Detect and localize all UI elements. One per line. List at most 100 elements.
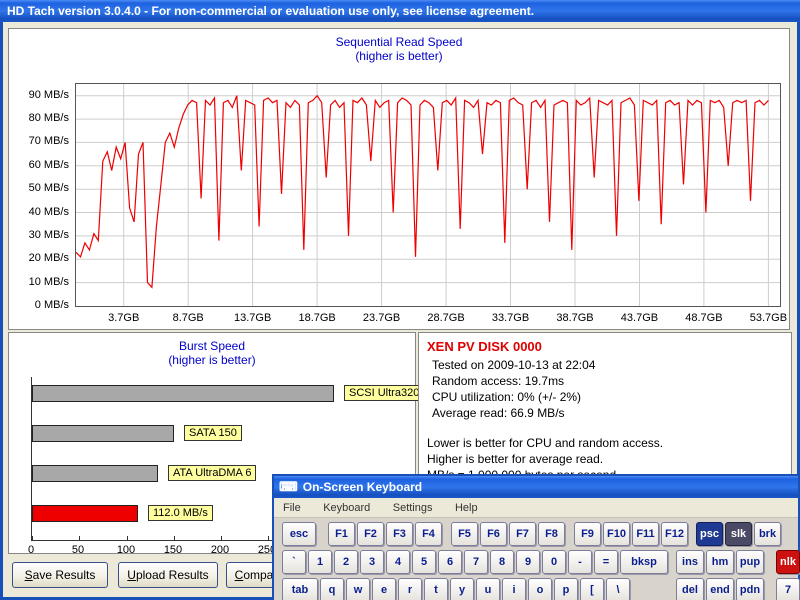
key-tab[interactable]: tab [282, 578, 318, 600]
hdtach-window: HD Tach version 3.0.4.0 - For non-commer… [0, 0, 800, 600]
key-q[interactable]: q [320, 578, 344, 600]
key-u[interactable]: u [476, 578, 500, 600]
key-psc[interactable]: psc [696, 522, 723, 546]
x-axis-tick-label: 150 [158, 544, 188, 556]
key-f7[interactable]: F7 [509, 522, 536, 546]
osk-title-bar[interactable]: ⌨ On-Screen Keyboard [274, 476, 798, 498]
note-line: Lower is better for CPU and random acces… [427, 435, 783, 451]
key-f10[interactable]: F10 [603, 522, 630, 546]
y-axis-tick-label: 50 MB/s [9, 182, 69, 194]
bar-label: SATA 150 [184, 425, 242, 441]
key-dash[interactable]: - [568, 550, 592, 574]
x-axis-tick-label: 23.7GB [360, 312, 404, 324]
y-axis-tick-label: 0 MB/s [9, 299, 69, 311]
burst-bar-3 [32, 465, 158, 482]
key-t[interactable]: t [424, 578, 448, 600]
key-esc[interactable]: esc [282, 522, 316, 546]
note-line: Higher is better for average read. [427, 451, 783, 467]
key-3[interactable]: 3 [360, 550, 384, 574]
x-axis-tick-label: 28.7GB [424, 312, 468, 324]
title-bar[interactable]: HD Tach version 3.0.4.0 - For non-commer… [0, 0, 800, 22]
seq-plot-area [75, 83, 781, 307]
key-del[interactable]: del [676, 578, 704, 600]
seq-chart-title: Sequential Read Speed [9, 35, 789, 49]
key-p[interactable]: p [554, 578, 578, 600]
keyboard-row-1: esc F1F2F3F4 F5F6F7F8 F9F10F11F12 pscslkbrk [282, 522, 781, 546]
keyboard-icon: ⌨ [279, 476, 298, 498]
key-6[interactable]: 6 [438, 550, 462, 574]
y-axis-tick-label: 20 MB/s [9, 252, 69, 264]
seq-chart-subtitle: (higher is better) [9, 49, 789, 63]
osk-menu-bar: File Keyboard Settings Help [274, 498, 798, 518]
key-f4[interactable]: F4 [415, 522, 442, 546]
y-axis-tick-label: 90 MB/s [9, 89, 69, 101]
key-o[interactable]: o [528, 578, 552, 600]
key-bksp[interactable]: bksp [620, 550, 668, 574]
key-f8[interactable]: F8 [538, 522, 565, 546]
key-ins[interactable]: ins [676, 550, 704, 574]
key-end[interactable]: end [706, 578, 734, 600]
key-8[interactable]: 8 [490, 550, 514, 574]
info-average-read: Average read: 66.9 MB/s [432, 405, 783, 421]
key-backslash[interactable]: \ [606, 578, 630, 600]
key-r[interactable]: r [398, 578, 422, 600]
burst-bar-4 [32, 505, 138, 522]
x-axis-tick-label: 53.7GB [746, 312, 790, 324]
key-left-bracket[interactable]: [ [580, 578, 604, 600]
x-axis-tick-label: 50 [63, 544, 93, 556]
key-1[interactable]: 1 [308, 550, 332, 574]
menu-help[interactable]: Help [446, 498, 487, 518]
keyboard-row-2: `1234567890-=bkspinshmpupnlk [282, 550, 800, 574]
key-f11[interactable]: F11 [632, 522, 659, 546]
key-7[interactable]: 7 [464, 550, 488, 574]
key-w[interactable]: w [346, 578, 370, 600]
burst-chart-subtitle: (higher is better) [9, 353, 415, 367]
key-f9[interactable]: F9 [574, 522, 601, 546]
window-title: HD Tach version 3.0.4.0 - For non-commer… [7, 4, 534, 18]
upload-results-button[interactable]: Upload Results [118, 562, 218, 588]
key-7[interactable]: 7 [776, 578, 800, 600]
keyboard-row-3: tabqwertyuiop[\ delendpdn 7 [282, 578, 800, 600]
x-axis-tick-label: 18.7GB [295, 312, 339, 324]
x-axis-tick-label: 13.7GB [231, 312, 275, 324]
key-brk[interactable]: brk [754, 522, 781, 546]
key-y[interactable]: y [450, 578, 474, 600]
x-axis-tick [268, 536, 269, 540]
burst-bar-1 [32, 385, 334, 402]
key-0[interactable]: 0 [542, 550, 566, 574]
key-i[interactable]: i [502, 578, 526, 600]
key-slk[interactable]: slk [725, 522, 752, 546]
key-nlk[interactable]: nlk [776, 550, 800, 574]
menu-keyboard[interactable]: Keyboard [314, 498, 379, 518]
menu-file[interactable]: File [274, 498, 310, 518]
key-hm[interactable]: hm [706, 550, 734, 574]
key-f1[interactable]: F1 [328, 522, 355, 546]
osk-title: On-Screen Keyboard [303, 480, 422, 494]
x-axis-tick [221, 536, 222, 540]
x-axis-tick-label: 33.7GB [489, 312, 533, 324]
key-f2[interactable]: F2 [357, 522, 384, 546]
key-e[interactable]: e [372, 578, 396, 600]
key-4[interactable]: 4 [386, 550, 410, 574]
x-axis-tick-label: 8.7GB [166, 312, 210, 324]
save-results-button[interactable]: Save Results [12, 562, 108, 588]
key-2[interactable]: 2 [334, 550, 358, 574]
key-f12[interactable]: F12 [661, 522, 688, 546]
x-axis-tick [79, 536, 80, 540]
key-9[interactable]: 9 [516, 550, 540, 574]
bar-label: SCSI Ultra320 [344, 385, 424, 401]
key-equals[interactable]: = [594, 550, 618, 574]
key-5[interactable]: 5 [412, 550, 436, 574]
y-axis-tick-label: 70 MB/s [9, 135, 69, 147]
key-f6[interactable]: F6 [480, 522, 507, 546]
key-backtick[interactable]: ` [282, 550, 306, 574]
bar-label: ATA UltraDMA 6 [168, 465, 256, 481]
key-pup[interactable]: pup [736, 550, 764, 574]
key-f3[interactable]: F3 [386, 522, 413, 546]
menu-settings[interactable]: Settings [384, 498, 442, 518]
y-axis-tick-label: 40 MB/s [9, 206, 69, 218]
key-f5[interactable]: F5 [451, 522, 478, 546]
key-pdn[interactable]: pdn [736, 578, 764, 600]
x-axis-tick-label: 48.7GB [682, 312, 726, 324]
on-screen-keyboard-window: ⌨ On-Screen Keyboard File Keyboard Setti… [272, 474, 800, 600]
